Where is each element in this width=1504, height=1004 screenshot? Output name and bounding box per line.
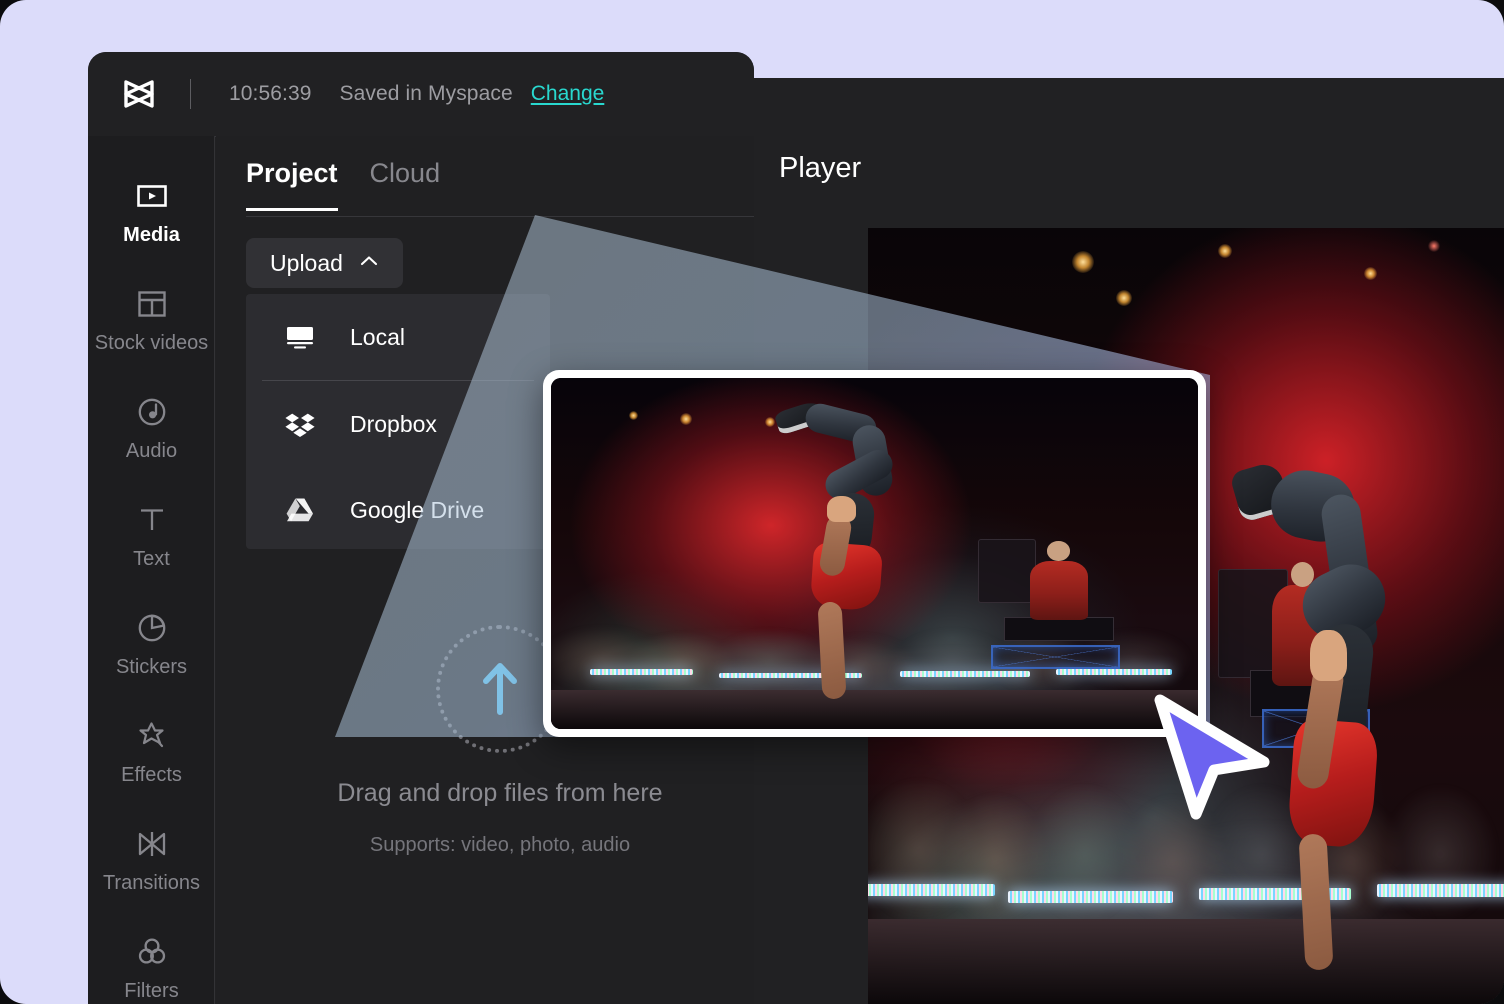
sidebar-item-label: Stickers — [116, 657, 187, 677]
sidebar-item-filters[interactable]: Filters — [88, 914, 215, 1004]
sparkle-star-icon — [135, 719, 169, 753]
drag-cursor — [1152, 694, 1272, 820]
sidebar-item-stock-videos[interactable]: Stock videos — [88, 266, 215, 374]
chevron-up-icon — [359, 254, 379, 273]
upload-button-label: Upload — [270, 250, 343, 277]
layout-grid-icon — [135, 287, 169, 321]
bowtie-transition-icon — [135, 827, 169, 861]
menu-item-local[interactable]: Local — [246, 294, 550, 380]
player-title: Player — [779, 152, 861, 185]
sidebar-item-media[interactable]: Media — [88, 158, 215, 266]
sidebar-item-transitions[interactable]: Transitions — [88, 806, 215, 914]
tab-cloud[interactable]: Cloud — [370, 158, 441, 211]
header-divider — [190, 79, 191, 109]
google-drive-icon — [284, 494, 316, 526]
capcut-logo-icon[interactable] — [116, 71, 162, 117]
text-t-icon — [135, 503, 169, 537]
upload-dropdown-menu: Local Dropbox — [246, 294, 550, 549]
music-note-circle-icon — [135, 395, 169, 429]
media-tabs: Project Cloud — [246, 158, 440, 211]
stage-scene-thumbnail — [551, 378, 1198, 729]
tabs-divider — [246, 216, 754, 217]
sidebar-item-stickers[interactable]: Stickers — [88, 590, 215, 698]
project-time: 10:56:39 — [229, 82, 312, 106]
sidebar-item-label: Audio — [126, 441, 177, 461]
menu-item-google-drive[interactable]: Google Drive — [246, 467, 550, 553]
dropzone-title: Drag and drop files from here — [337, 779, 662, 808]
sidebar-item-label: Filters — [124, 981, 178, 1001]
sidebar-item-text[interactable]: Text — [88, 482, 215, 590]
sidebar-item-label: Media — [123, 225, 180, 245]
menu-item-label: Google Drive — [350, 497, 484, 524]
dropbox-icon — [284, 408, 316, 440]
left-sidebar: Media Stock videos Audio Text Stickers — [88, 136, 215, 1004]
sidebar-item-label: Effects — [121, 765, 182, 785]
menu-item-dropbox[interactable]: Dropbox — [246, 381, 550, 467]
sticker-circle-icon — [135, 611, 169, 645]
media-play-frame-icon — [135, 179, 169, 213]
sidebar-item-label: Stock videos — [95, 333, 208, 353]
upload-button[interactable]: Upload — [246, 238, 403, 288]
change-location-link[interactable]: Change — [531, 82, 605, 106]
save-status: Saved in Myspace — [340, 82, 513, 106]
screenshot-canvas: 10:56:39 Saved in Myspace Change Media S… — [0, 0, 1504, 1004]
tab-project[interactable]: Project — [246, 158, 338, 211]
menu-item-label: Dropbox — [350, 411, 437, 438]
monitor-display-icon — [284, 321, 316, 353]
dragged-media-thumbnail[interactable] — [543, 370, 1206, 737]
sidebar-item-audio[interactable]: Audio — [88, 374, 215, 482]
three-circles-filter-icon — [135, 935, 169, 969]
menu-item-label: Local — [350, 324, 405, 351]
dragged-media-image — [551, 378, 1198, 729]
app-header: 10:56:39 Saved in Myspace Change — [88, 52, 754, 136]
sidebar-item-label: Transitions — [103, 873, 200, 893]
sidebar-item-effects[interactable]: Effects — [88, 698, 215, 806]
upload-arrow-icon — [477, 658, 523, 721]
dropzone-subtitle: Supports: video, photo, audio — [370, 834, 630, 857]
sidebar-item-label: Text — [133, 549, 170, 569]
